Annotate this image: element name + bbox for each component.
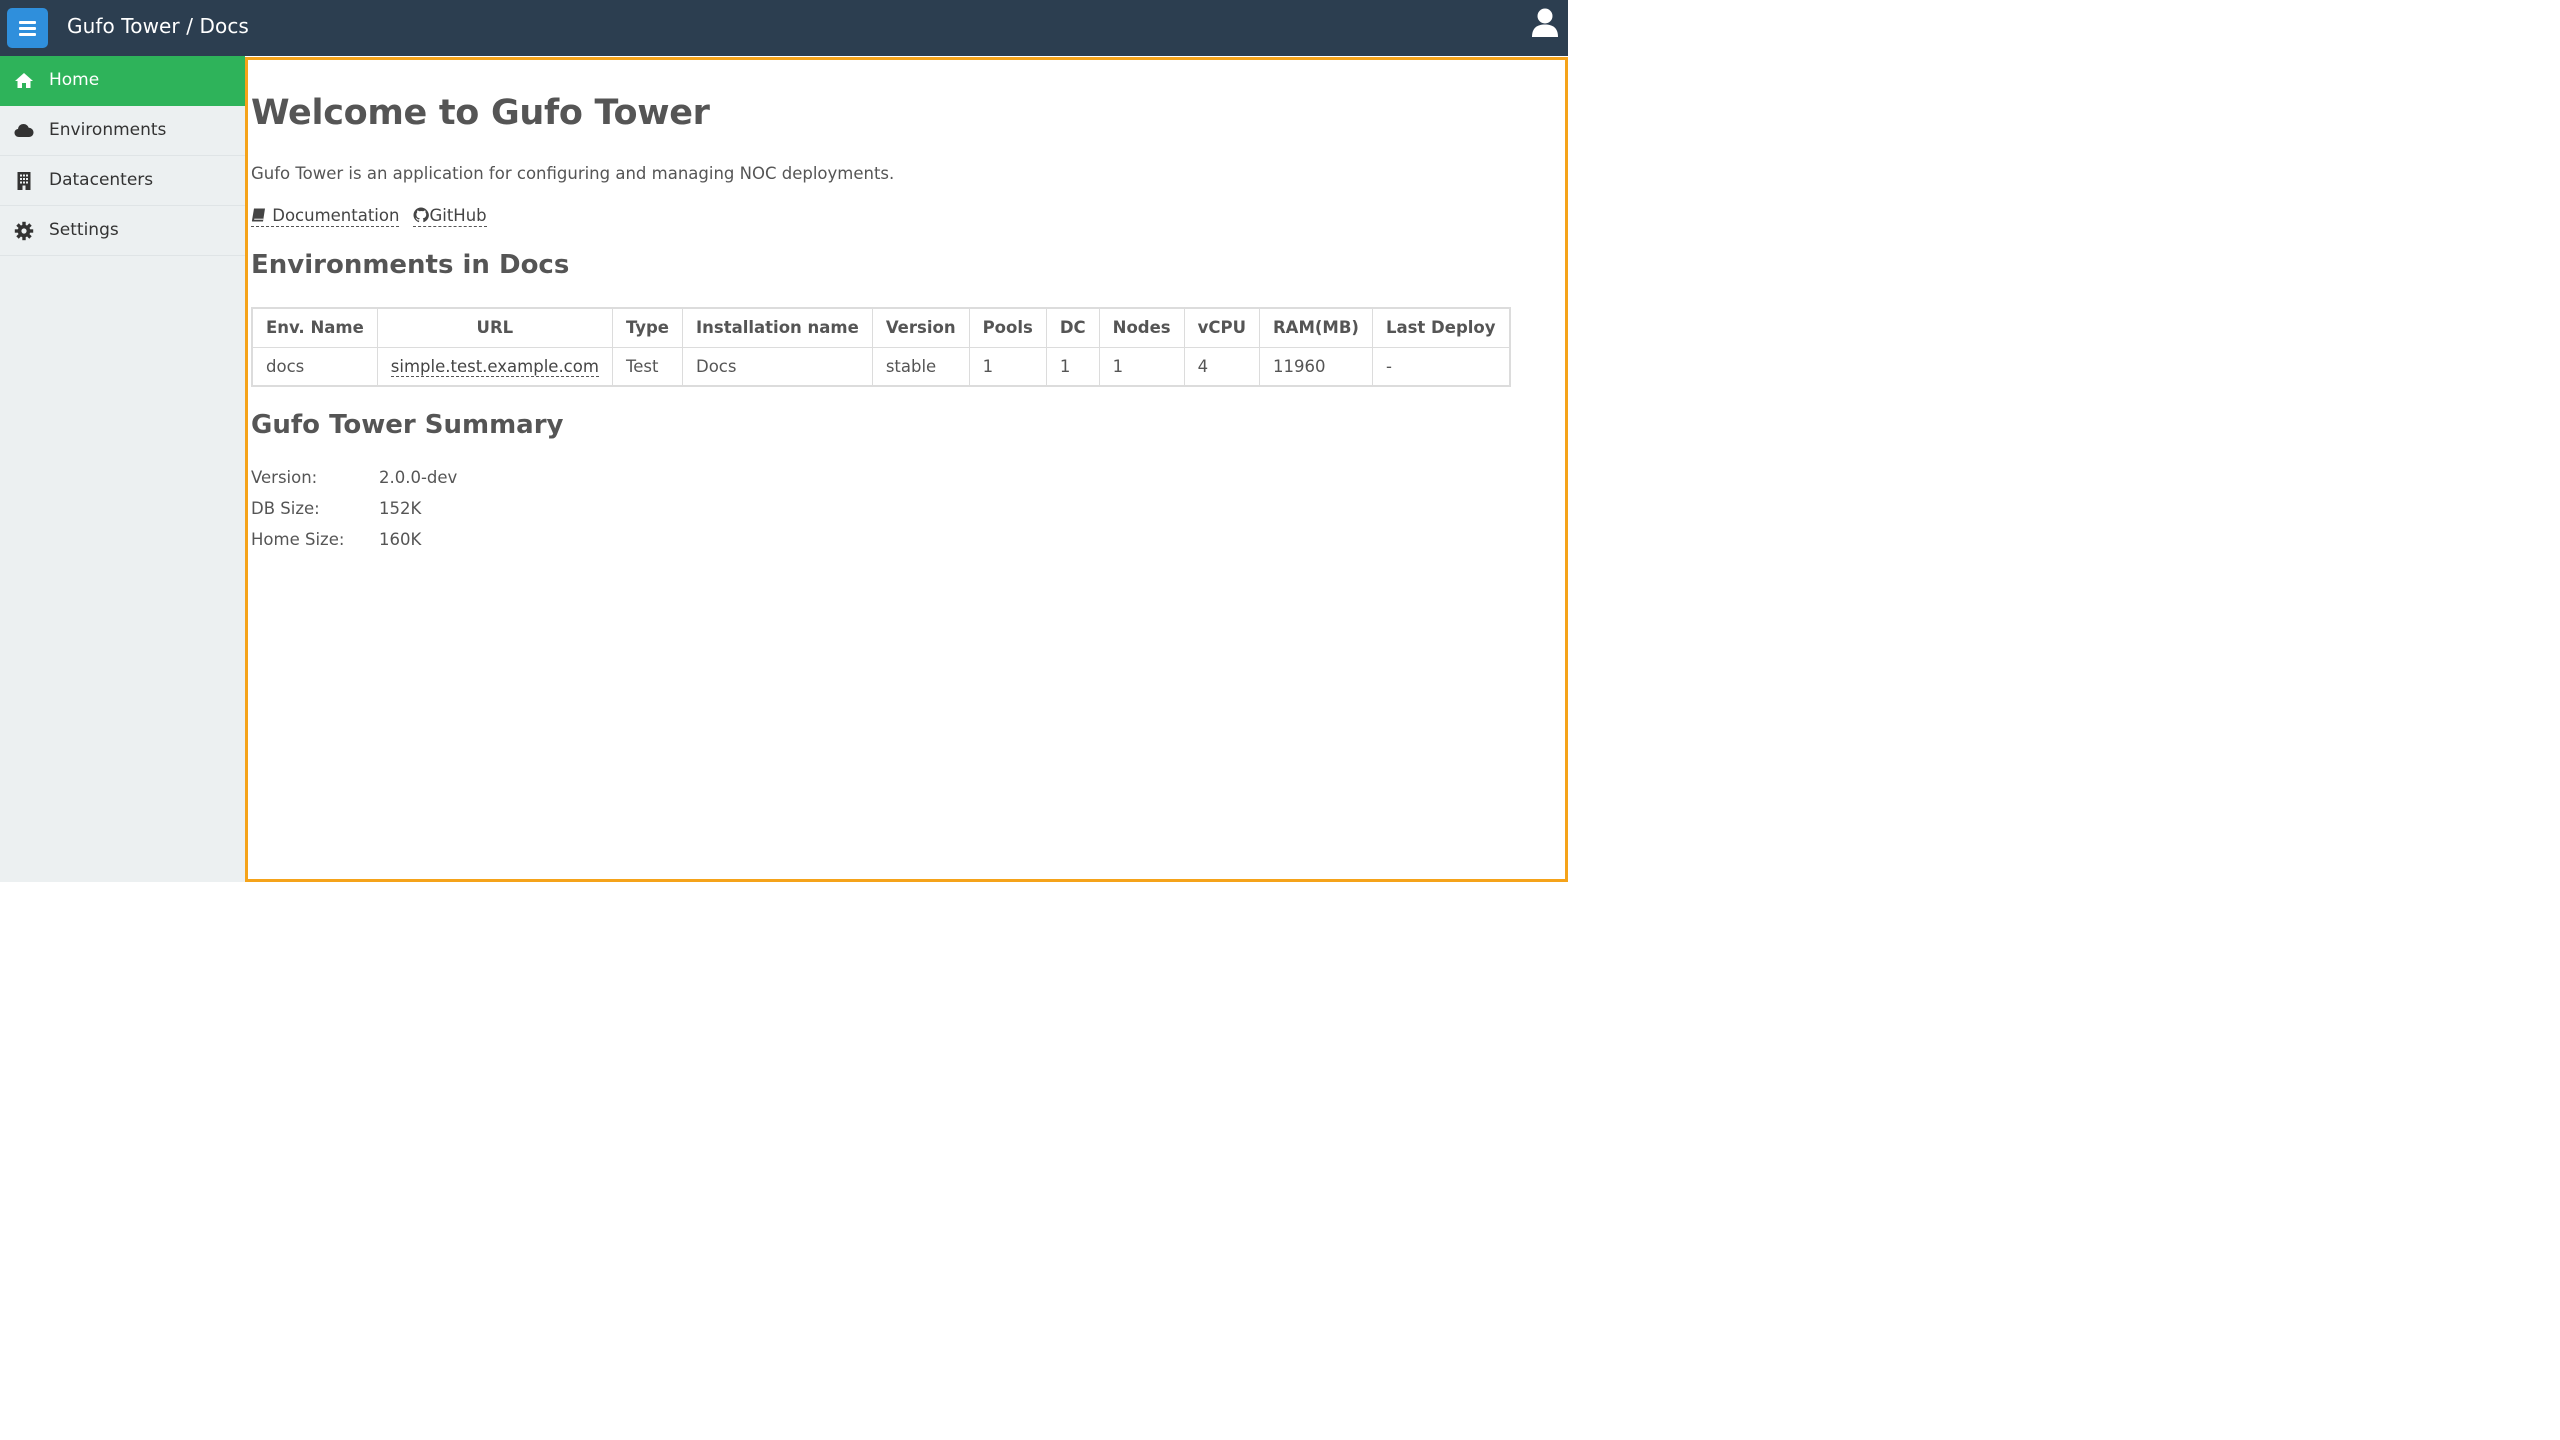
summary-heading: Gufo Tower Summary [251,410,564,440]
page-description: Gufo Tower is an application for configu… [251,164,895,183]
column-header: Type [611,307,684,348]
top-bar: Gufo Tower / Docs [0,0,1568,56]
sidebar-item-label: Datacenters [49,170,154,190]
hamburger-icon-line [19,33,36,36]
column-header: Version [871,307,970,348]
sidebar-item-label: Home [49,70,100,90]
column-header: vCPU [1183,307,1260,348]
summary-row-version: Version: 2.0.0-dev [251,468,651,499]
sidebar: Home Environments Datacenters Settings [0,56,245,882]
sidebar-item-settings[interactable]: Settings [0,206,245,256]
table-header-row: Env. Name URL Type Installation name Ver… [250,307,1511,348]
cloud-icon [14,124,34,137]
column-header: Last Deploy [1371,307,1511,348]
github-link-label: GitHub [429,206,487,225]
gear-icon [14,221,34,241]
column-header: Pools [968,307,1047,348]
summary-key: DB Size: [251,499,320,518]
home-icon [15,73,33,88]
summary-key: Version: [251,468,318,487]
summary-list: Version: 2.0.0-dev DB Size: 152K Home Si… [251,468,651,561]
sidebar-item-datacenters[interactable]: Datacenters [0,156,245,206]
url-cell: simple.test.example.com [376,346,613,387]
summary-value: 2.0.0-dev [379,468,458,487]
column-header: RAM(MB) [1258,307,1373,348]
summary-row-home-size: Home Size: 160K [251,530,651,561]
column-header: Nodes [1098,307,1185,348]
last-deploy-cell: - [1371,346,1511,387]
version-cell: stable [871,346,970,387]
documentation-link[interactable]: Documentation [251,206,400,227]
installation-name-cell: Docs [682,346,873,387]
sidebar-item-home[interactable]: Home [0,56,245,106]
summary-key: Home Size: [251,530,345,549]
summary-value: 160K [379,530,422,549]
ram-cell: 11960 [1258,346,1373,387]
nodes-cell: 1 [1098,346,1185,387]
env-url-link[interactable]: simple.test.example.com [390,356,599,377]
sidebar-item-label: Environments [49,120,167,140]
github-link[interactable]: GitHub [413,206,487,227]
type-cell: Test [611,346,684,387]
main-content: Welcome to Gufo Tower Gufo Tower is an a… [245,57,1568,882]
summary-value: 152K [379,499,422,518]
table-row[interactable]: docs simple.test.example.com Test Docs s… [250,346,1511,387]
vcpu-cell: 4 [1183,346,1260,387]
column-header: Env. Name [250,307,378,348]
env-name-cell: docs [250,346,378,387]
user-icon[interactable] [1532,8,1558,38]
hamburger-icon-line [19,21,36,24]
column-header: DC [1045,307,1100,348]
column-header: Installation name [682,307,873,348]
dc-cell: 1 [1045,346,1100,387]
sidebar-item-label: Settings [49,220,119,240]
environments-heading: Environments in Docs [251,250,570,280]
github-icon [413,207,430,223]
building-icon [17,172,31,190]
column-header: URL [376,307,613,348]
book-icon [251,208,265,222]
sidebar-item-environments[interactable]: Environments [0,106,245,156]
links-row: Documentation GitHub [251,206,487,227]
app-title: Gufo Tower / Docs [67,14,249,38]
documentation-link-label: Documentation [272,206,400,225]
page-title: Welcome to Gufo Tower [251,93,710,133]
hamburger-icon-line [19,27,36,30]
summary-row-db-size: DB Size: 152K [251,499,651,530]
environments-table: Env. Name URL Type Installation name Ver… [250,307,1511,387]
hamburger-menu-button[interactable] [7,8,48,48]
pools-cell: 1 [968,346,1047,387]
